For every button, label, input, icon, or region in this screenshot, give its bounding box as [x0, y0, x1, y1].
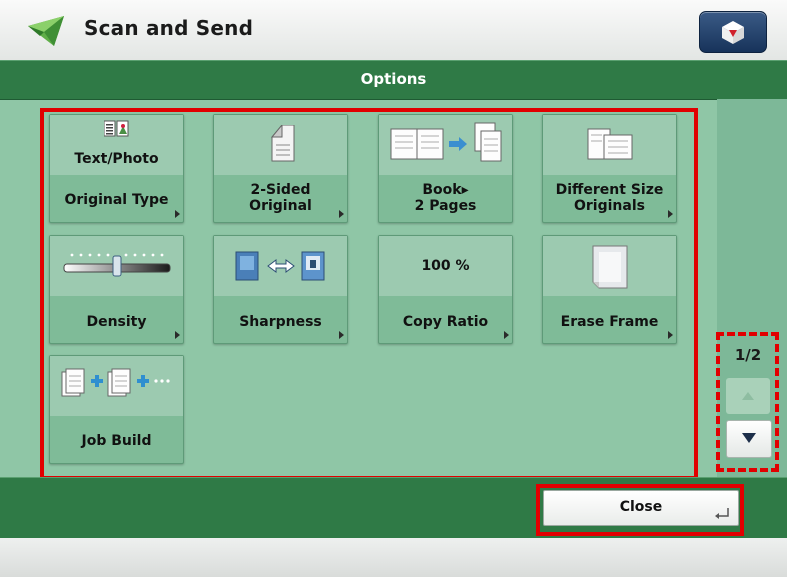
enter-icon — [715, 508, 729, 519]
home-icon — [722, 21, 744, 44]
close-button[interactable]: Close — [543, 490, 739, 526]
status-bar — [0, 538, 787, 577]
header: Scan and Send — [0, 0, 787, 61]
screen: Scan and Send Options 1/2 Text/Photo Ori… — [0, 0, 787, 577]
options-bar: Options — [0, 60, 787, 100]
options-grid-highlight — [40, 108, 698, 480]
close-label: Close — [619, 499, 663, 515]
options-title: Options — [360, 70, 427, 88]
scan-send-icon — [28, 16, 64, 46]
app-title: Scan and Send — [84, 16, 254, 40]
home-button[interactable] — [699, 11, 767, 53]
pager-highlight — [716, 332, 779, 472]
